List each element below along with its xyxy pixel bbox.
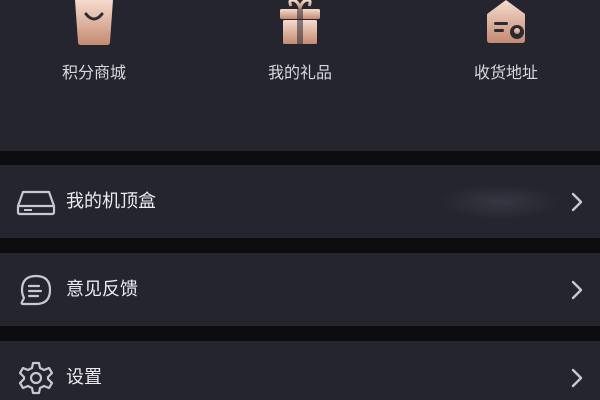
chevron-right-icon [571,368,583,387]
quick-action-my-gifts[interactable]: 我的礼品 [230,0,370,100]
address-house-icon [487,0,525,43]
shopping-bag-icon [75,0,113,45]
menu-item-label: 我的机顶盒 [66,190,156,212]
profile-menu-screen: 积分商城 我的礼品 收货地址 我的机顶盒 意见反馈 设置 [0,0,600,400]
quick-action-shipping-address[interactable]: 收货地址 [436,0,576,100]
set-top-box-icon [16,190,56,215]
quick-action-points-mall[interactable]: 积分商城 [24,0,164,100]
chevron-right-icon [571,192,583,211]
quick-actions-panel: 积分商城 我的礼品 收货地址 [0,0,600,151]
chevron-right-icon [571,280,583,299]
menu-item-my-set-top-box[interactable]: 我的机顶盒 [0,165,600,238]
menu-item-feedback[interactable]: 意见反馈 [0,253,600,326]
menu-item-label: 设置 [66,366,102,388]
menu-item-settings[interactable]: 设置 [0,341,600,400]
quick-action-label: 我的礼品 [267,63,332,82]
quick-action-label: 收货地址 [473,63,538,82]
feedback-bubble-icon [20,274,52,305]
settings-gear-icon [18,361,54,394]
menu-item-label: 意见反馈 [66,278,138,300]
gift-box-icon [280,0,320,44]
blurred-region [440,185,560,219]
quick-action-label: 积分商城 [61,63,126,82]
